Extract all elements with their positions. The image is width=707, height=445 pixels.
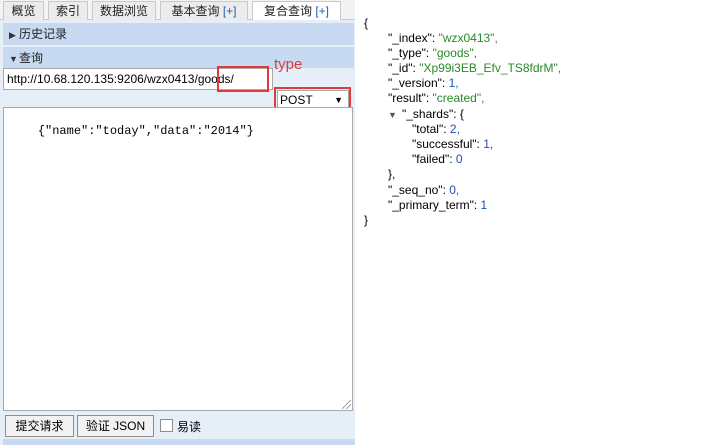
json-close-brace: } (364, 213, 369, 227)
tab-bar: 概览 索引 数据浏览 基本查询 [+] 复合查询 [+] (0, 0, 355, 21)
request-body-textarea[interactable]: {"name":"today","data":"2014"} (3, 107, 353, 411)
submit-request-button[interactable]: 提交请求 (5, 415, 74, 437)
tab-basic-query[interactable]: 基本查询 [+] (160, 1, 248, 20)
json-line-failed: "failed": 0 (412, 152, 463, 166)
chevron-down-icon: ▼ (9, 54, 18, 64)
collapse-toggle-icon[interactable]: ▼ (388, 108, 402, 123)
tab-any-request-plus[interactable]: [+] (315, 4, 329, 18)
json-line-id: "_id": "Xp99i3EB_Efv_TS8fdrM", (388, 61, 562, 75)
pretty-checkbox[interactable] (160, 419, 173, 432)
json-line-index: "_index": "wzx0413", (388, 31, 498, 45)
tab-basic-query-plus[interactable]: [+] (223, 4, 237, 18)
json-line-result: "result": "created", (388, 91, 485, 105)
history-header[interactable]: ▶ 历史记录 (3, 23, 354, 45)
chevron-right-icon: ▶ (9, 30, 16, 40)
type-highlight-box (217, 66, 269, 92)
tab-indices[interactable]: 索引 (48, 1, 88, 20)
pretty-label: 易读 (177, 420, 202, 434)
resize-grip-icon[interactable] (342, 400, 351, 409)
json-line-shards[interactable]: ▼ "_shards": { (388, 107, 464, 123)
result-transformer-header (3, 439, 355, 445)
type-annotation: type (274, 56, 303, 73)
tab-overview[interactable]: 概览 (3, 1, 44, 20)
json-line-seq-no: "_seq_no": 0, (388, 183, 460, 197)
json-line-primary-term: "_primary_term": 1 (388, 198, 488, 212)
tab-browser[interactable]: 数据浏览 (92, 1, 156, 20)
request-panel: ▶ 历史记录 ▼查询 http://10.68.120.135:9206/wzx0… (0, 20, 355, 445)
validate-json-button[interactable]: 验证 JSON (77, 415, 154, 437)
json-line-version: "_version": 1, (388, 76, 459, 90)
json-line-shards-close: }, (388, 167, 396, 181)
json-line-type: "_type": "goods", (388, 46, 478, 60)
json-open-brace: { (364, 16, 369, 30)
json-line-total: "total": 2, (412, 122, 460, 136)
json-line-successful: "successful": 1, (412, 137, 494, 151)
tab-any-request[interactable]: 复合查询 [+] (252, 1, 341, 21)
